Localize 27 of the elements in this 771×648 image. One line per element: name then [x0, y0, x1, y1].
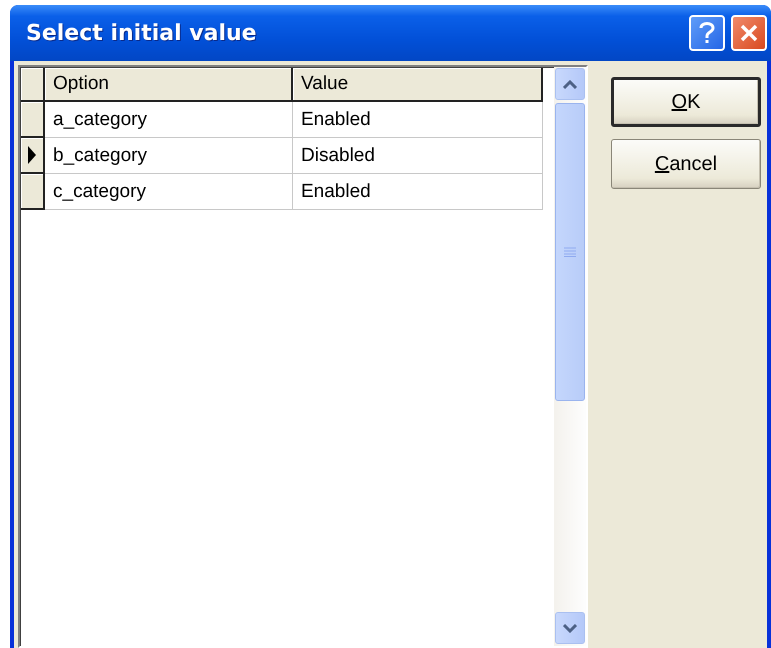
ok-button[interactable]: OK [611, 77, 761, 127]
current-row-icon [27, 145, 37, 165]
scroll-up-button[interactable] [555, 68, 585, 100]
help-button[interactable] [689, 15, 725, 51]
column-header[interactable]: Value [293, 68, 543, 102]
scroll-thumb[interactable] [555, 103, 585, 401]
grip-icon [564, 247, 576, 257]
table-cell: a_category [45, 102, 293, 138]
table-cell: c_category [45, 174, 293, 210]
row-header[interactable] [21, 102, 45, 138]
table-cell: Enabled [293, 102, 543, 138]
row-header[interactable] [21, 174, 45, 210]
column-header[interactable]: Option [45, 68, 293, 102]
scrollbar[interactable] [554, 67, 586, 646]
chevron-down-icon [563, 624, 577, 632]
window-title: Select initial value [26, 20, 258, 46]
cancel-button[interactable]: Cancel [611, 139, 761, 189]
close-icon [740, 24, 758, 42]
chevron-up-icon [563, 80, 577, 88]
help-icon [699, 21, 715, 45]
table-cell: b_category [45, 138, 293, 174]
close-button[interactable] [731, 15, 767, 51]
corner-header [21, 68, 45, 102]
row-header[interactable] [21, 138, 45, 174]
table-cell: Disabled [293, 138, 543, 174]
scroll-down-button[interactable] [555, 612, 585, 644]
table-cell: Enabled [293, 174, 543, 210]
